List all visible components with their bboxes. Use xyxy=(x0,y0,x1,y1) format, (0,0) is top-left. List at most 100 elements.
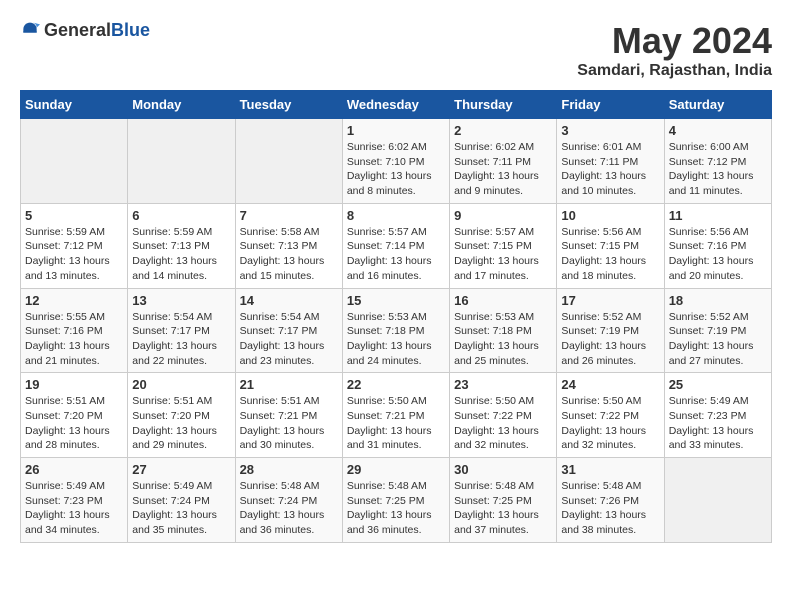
day-cell: 14 Sunrise: 5:54 AM Sunset: 7:17 PM Dayli… xyxy=(235,288,342,373)
day-cell: 9Sunrise: 5:57 AM Sunset: 7:15 PM Daylig… xyxy=(450,203,557,288)
day-cell: 8 Sunrise: 5:57 AM Sunset: 7:14 PM Daylig… xyxy=(342,203,449,288)
day-number: 17 xyxy=(561,293,659,308)
day-cell: 13 Sunrise: 5:54 AM Sunset: 7:17 PM Dayli… xyxy=(128,288,235,373)
day-number: 1 xyxy=(347,123,445,138)
day-info: Sunrise: 6:02 AM Sunset: 7:11 PM Dayligh… xyxy=(454,140,552,199)
day-number: 27 xyxy=(132,462,230,477)
day-number: 19 xyxy=(25,377,123,392)
day-number: 11 xyxy=(669,208,767,223)
week-row-1: 1 Sunrise: 6:02 AM Sunset: 7:10 PM Daylig… xyxy=(21,119,772,204)
logo-icon xyxy=(20,21,40,41)
day-info: Sunrise: 5:52 AM Sunset: 7:19 PM Dayligh… xyxy=(561,310,659,369)
day-cell xyxy=(664,458,771,543)
day-cell: 16 Sunrise: 5:53 AM Sunset: 7:18 PM Dayli… xyxy=(450,288,557,373)
day-info: Sunrise: 5:56 AM Sunset: 7:15 PM Dayligh… xyxy=(561,225,659,284)
day-info: Sunrise: 5:51 AM Sunset: 7:21 PM Dayligh… xyxy=(240,394,338,453)
day-number: 25 xyxy=(669,377,767,392)
day-number: 5 xyxy=(25,208,123,223)
day-number: 6 xyxy=(132,208,230,223)
day-number: 22 xyxy=(347,377,445,392)
header: GeneralBlue May 2024 Samdari, Rajasthan,… xyxy=(20,20,772,80)
day-cell: 30 Sunrise: 5:48 AM Sunset: 7:25 PM Dayli… xyxy=(450,458,557,543)
day-info: Sunrise: 5:53 AM Sunset: 7:18 PM Dayligh… xyxy=(454,310,552,369)
day-number: 28 xyxy=(240,462,338,477)
day-cell: 10 Sunrise: 5:56 AM Sunset: 7:15 PM Dayli… xyxy=(557,203,664,288)
day-info: Sunrise: 5:51 AM Sunset: 7:20 PM Dayligh… xyxy=(132,394,230,453)
logo-text: GeneralBlue xyxy=(44,20,150,41)
week-row-3: 12Sunrise: 5:55 AM Sunset: 7:16 PM Dayli… xyxy=(21,288,772,373)
day-cell: 27Sunrise: 5:49 AM Sunset: 7:24 PM Dayli… xyxy=(128,458,235,543)
weekday-friday: Friday xyxy=(557,91,664,119)
day-info: Sunrise: 5:48 AM Sunset: 7:25 PM Dayligh… xyxy=(454,479,552,538)
day-cell: 11 Sunrise: 5:56 AM Sunset: 7:16 PM Dayli… xyxy=(664,203,771,288)
day-info: Sunrise: 5:54 AM Sunset: 7:17 PM Dayligh… xyxy=(132,310,230,369)
day-info: Sunrise: 5:56 AM Sunset: 7:16 PM Dayligh… xyxy=(669,225,767,284)
day-cell: 7Sunrise: 5:58 AM Sunset: 7:13 PM Daylig… xyxy=(235,203,342,288)
day-number: 29 xyxy=(347,462,445,477)
day-info: Sunrise: 5:54 AM Sunset: 7:17 PM Dayligh… xyxy=(240,310,338,369)
day-cell: 17 Sunrise: 5:52 AM Sunset: 7:19 PM Dayli… xyxy=(557,288,664,373)
weekday-tuesday: Tuesday xyxy=(235,91,342,119)
day-number: 15 xyxy=(347,293,445,308)
day-cell: 25 Sunrise: 5:49 AM Sunset: 7:23 PM Dayli… xyxy=(664,373,771,458)
day-number: 23 xyxy=(454,377,552,392)
day-number: 13 xyxy=(132,293,230,308)
day-cell: 2Sunrise: 6:02 AM Sunset: 7:11 PM Daylig… xyxy=(450,119,557,204)
day-cell: 28 Sunrise: 5:48 AM Sunset: 7:24 PM Dayli… xyxy=(235,458,342,543)
weekday-header-row: SundayMondayTuesdayWednesdayThursdayFrid… xyxy=(21,91,772,119)
day-number: 20 xyxy=(132,377,230,392)
day-cell: 26 Sunrise: 5:49 AM Sunset: 7:23 PM Dayli… xyxy=(21,458,128,543)
day-number: 31 xyxy=(561,462,659,477)
weekday-thursday: Thursday xyxy=(450,91,557,119)
week-row-4: 19 Sunrise: 5:51 AM Sunset: 7:20 PM Dayli… xyxy=(21,373,772,458)
logo-general: General xyxy=(44,20,111,40)
day-number: 8 xyxy=(347,208,445,223)
day-cell: 3 Sunrise: 6:01 AM Sunset: 7:11 PM Daylig… xyxy=(557,119,664,204)
day-cell: 21 Sunrise: 5:51 AM Sunset: 7:21 PM Dayli… xyxy=(235,373,342,458)
day-info: Sunrise: 5:48 AM Sunset: 7:25 PM Dayligh… xyxy=(347,479,445,538)
day-info: Sunrise: 5:59 AM Sunset: 7:12 PM Dayligh… xyxy=(25,225,123,284)
day-cell: 18Sunrise: 5:52 AM Sunset: 7:19 PM Dayli… xyxy=(664,288,771,373)
day-number: 21 xyxy=(240,377,338,392)
day-cell: 22Sunrise: 5:50 AM Sunset: 7:21 PM Dayli… xyxy=(342,373,449,458)
day-number: 3 xyxy=(561,123,659,138)
subtitle: Samdari, Rajasthan, India xyxy=(577,62,772,80)
weekday-wednesday: Wednesday xyxy=(342,91,449,119)
day-number: 26 xyxy=(25,462,123,477)
day-cell: 12Sunrise: 5:55 AM Sunset: 7:16 PM Dayli… xyxy=(21,288,128,373)
day-number: 9 xyxy=(454,208,552,223)
logo: GeneralBlue xyxy=(20,20,150,41)
day-cell: 23Sunrise: 5:50 AM Sunset: 7:22 PM Dayli… xyxy=(450,373,557,458)
day-number: 10 xyxy=(561,208,659,223)
day-info: Sunrise: 5:49 AM Sunset: 7:23 PM Dayligh… xyxy=(669,394,767,453)
day-number: 7 xyxy=(240,208,338,223)
day-cell: 29 Sunrise: 5:48 AM Sunset: 7:25 PM Dayli… xyxy=(342,458,449,543)
day-info: Sunrise: 5:50 AM Sunset: 7:22 PM Dayligh… xyxy=(561,394,659,453)
day-info: Sunrise: 5:53 AM Sunset: 7:18 PM Dayligh… xyxy=(347,310,445,369)
day-number: 14 xyxy=(240,293,338,308)
day-cell xyxy=(128,119,235,204)
logo-blue: Blue xyxy=(111,20,150,40)
day-info: Sunrise: 5:48 AM Sunset: 7:24 PM Dayligh… xyxy=(240,479,338,538)
day-cell xyxy=(21,119,128,204)
day-cell: 19Sunrise: 5:51 AM Sunset: 7:20 PM Dayli… xyxy=(21,373,128,458)
title-area: May 2024 Samdari, Rajasthan, India xyxy=(577,20,772,80)
day-info: Sunrise: 6:02 AM Sunset: 7:10 PM Dayligh… xyxy=(347,140,445,199)
day-info: Sunrise: 6:01 AM Sunset: 7:11 PM Dayligh… xyxy=(561,140,659,199)
weekday-saturday: Saturday xyxy=(664,91,771,119)
main-title: May 2024 xyxy=(577,20,772,62)
day-number: 30 xyxy=(454,462,552,477)
day-info: Sunrise: 5:57 AM Sunset: 7:14 PM Dayligh… xyxy=(347,225,445,284)
day-number: 16 xyxy=(454,293,552,308)
day-cell: 20 Sunrise: 5:51 AM Sunset: 7:20 PM Dayli… xyxy=(128,373,235,458)
day-cell: 6Sunrise: 5:59 AM Sunset: 7:13 PM Daylig… xyxy=(128,203,235,288)
day-cell: 31 Sunrise: 5:48 AM Sunset: 7:26 PM Dayli… xyxy=(557,458,664,543)
weekday-sunday: Sunday xyxy=(21,91,128,119)
day-cell: 1 Sunrise: 6:02 AM Sunset: 7:10 PM Daylig… xyxy=(342,119,449,204)
day-number: 4 xyxy=(669,123,767,138)
day-info: Sunrise: 5:52 AM Sunset: 7:19 PM Dayligh… xyxy=(669,310,767,369)
day-number: 12 xyxy=(25,293,123,308)
day-info: Sunrise: 5:48 AM Sunset: 7:26 PM Dayligh… xyxy=(561,479,659,538)
day-info: Sunrise: 5:49 AM Sunset: 7:23 PM Dayligh… xyxy=(25,479,123,538)
day-number: 24 xyxy=(561,377,659,392)
